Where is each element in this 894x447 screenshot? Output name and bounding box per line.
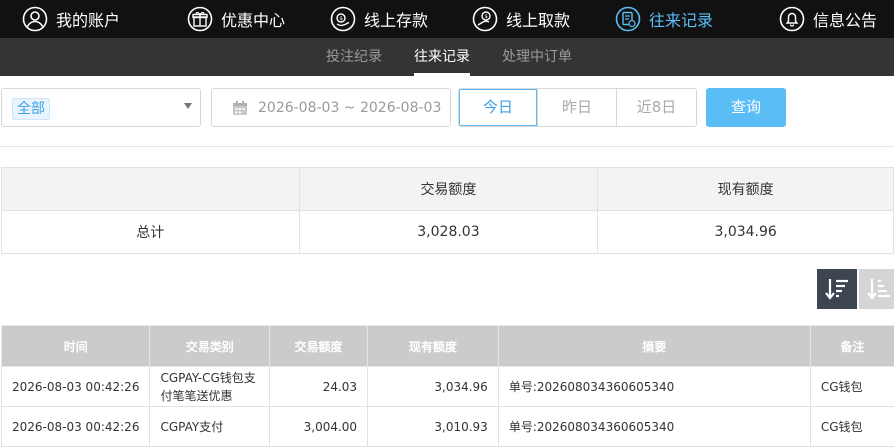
- cell-time: 2026-08-03 00:42:26: [0, 406, 151, 447]
- col-header-time: 时间: [0, 325, 151, 367]
- cell-balance: 3,034.96: [367, 366, 499, 407]
- gift-icon: [187, 6, 213, 32]
- sort-desc-icon: [825, 279, 848, 300]
- type-select-value: 全部: [12, 98, 50, 120]
- nav-my-account[interactable]: 我的账户: [22, 0, 120, 38]
- tab-pending-orders[interactable]: 处理中订单: [502, 38, 572, 76]
- date-range-value: 2026-08-03 ~ 2026-08-03: [258, 99, 442, 116]
- col-header-amount: 交易额度: [269, 325, 369, 367]
- cell-time: 2026-08-03 00:42:26: [0, 366, 151, 407]
- svg-text:$: $: [339, 16, 343, 22]
- cell-summary: 单号:202608034360605340: [497, 366, 811, 407]
- nav-label: 优惠中心: [221, 11, 286, 30]
- summary-header-empty: [1, 167, 300, 211]
- quick-range-group: 今日 昨日 近8日: [458, 88, 697, 127]
- summary-total-balance: 3,034.96: [597, 210, 894, 254]
- sort-desc-button[interactable]: [817, 269, 857, 309]
- table-row: 2026-08-03 00:42:26 CGPAY支付 3,004.00 3,0…: [0, 406, 894, 447]
- nav-deposit[interactable]: $ 线上存款: [330, 0, 428, 38]
- range-today-button[interactable]: 今日: [459, 89, 538, 126]
- nav-label: 我的账户: [56, 11, 121, 30]
- cell-note: CG钱包: [809, 366, 894, 407]
- deposit-icon: $: [330, 6, 356, 32]
- nav-label: 信息公告: [813, 11, 878, 30]
- date-range-input[interactable]: 2026-08-03 ~ 2026-08-03: [211, 88, 451, 127]
- sub-nav: 投注纪录 往来记录 处理中订单: [0, 38, 894, 76]
- table-row: 2026-08-03 00:42:26 CGPAY-CG钱包支付笔笔送优惠 24…: [0, 366, 894, 407]
- cell-amount: 24.03: [269, 366, 369, 407]
- col-header-note: 备注: [809, 325, 894, 367]
- nav-label: 线上存款: [364, 11, 429, 30]
- col-header-type: 交易类别: [149, 325, 271, 367]
- tab-bet-records[interactable]: 投注纪录: [326, 38, 382, 76]
- divider: [0, 146, 894, 147]
- bell-icon: [779, 6, 805, 32]
- calendar-icon: [233, 100, 247, 115]
- summary-table: 交易额度 现有额度 总计 3,028.03 3,034.96: [1, 167, 894, 254]
- nav-records[interactable]: 往来记录: [615, 0, 713, 38]
- cell-type: CGPAY-CG钱包支付笔笔送优惠: [149, 366, 271, 407]
- cell-summary: 单号:202608034360605340: [497, 406, 811, 447]
- summary-header-balance: 现有额度: [597, 167, 894, 211]
- cell-amount: 3,004.00: [269, 406, 369, 447]
- records-icon: [615, 6, 641, 32]
- sort-asc-button[interactable]: [859, 269, 894, 309]
- top-nav: 我的账户 优惠中心 $ 线上存款 $ 线上取款 往来记录 信息公告: [0, 0, 894, 38]
- sort-asc-icon: [867, 279, 890, 300]
- cell-balance: 3,010.93: [367, 406, 499, 447]
- summary-row: 总计 3,028.03 3,034.96: [1, 210, 894, 254]
- nav-label: 线上取款: [506, 11, 571, 30]
- summary-total-amount: 3,028.03: [298, 210, 599, 254]
- summary-total-label: 总计: [1, 210, 300, 254]
- cell-type: CGPAY支付: [149, 406, 271, 447]
- range-yesterday-button[interactable]: 昨日: [538, 89, 617, 126]
- type-select[interactable]: 全部: [1, 88, 201, 127]
- nav-promotions[interactable]: 优惠中心: [187, 0, 285, 38]
- query-button[interactable]: 查询: [706, 88, 786, 127]
- range-last8days-button[interactable]: 近8日: [617, 89, 696, 126]
- chevron-down-icon: [184, 103, 192, 109]
- withdraw-icon: $: [472, 6, 498, 32]
- nav-label: 往来记录: [649, 11, 714, 30]
- cell-note: CG钱包: [809, 406, 894, 447]
- user-icon: [22, 6, 48, 32]
- svg-text:$: $: [484, 14, 488, 20]
- transaction-table: 时间 交易类别 交易额度 现有额度 摘要 备注 2026-08-03 00:42…: [0, 325, 894, 447]
- tab-transaction-records[interactable]: 往来记录: [414, 38, 470, 76]
- col-header-summary: 摘要: [497, 325, 811, 367]
- nav-withdraw[interactable]: $ 线上取款: [472, 0, 570, 38]
- nav-announcements[interactable]: 信息公告: [779, 0, 877, 38]
- col-header-balance: 现有额度: [367, 325, 499, 367]
- summary-header-amount: 交易额度: [298, 167, 599, 211]
